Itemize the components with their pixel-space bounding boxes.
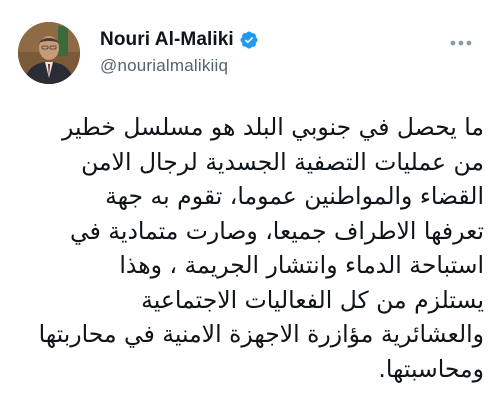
tweet-header: Nouri Al-Maliki @nourialmalikiiq — [18, 22, 482, 84]
avatar[interactable] — [18, 22, 80, 84]
tweet-text-line: من عمليات التصفية الجسدية لرجال الامن — [81, 147, 484, 176]
author-handle[interactable]: @nourialmalikiiq — [100, 56, 259, 76]
tweet-text-line: والعشائرية مؤازرة الاجهزة الامنية في محا… — [38, 320, 484, 348]
tweet-text-line: تعرفها الاطراف جميعا، وصارت متمادية في — [70, 216, 484, 245]
author-display-name[interactable]: Nouri Al-Maliki — [100, 29, 234, 51]
tweet-text-line: القضاء والمواطنين عموما، تقوم به جهة — [105, 182, 484, 210]
tweet-text-line: ما يحصل في جنوبي البلد هو مسلسل خطير — [61, 113, 484, 141]
author-info: Nouri Al-Maliki @nourialmalikiiq — [100, 27, 259, 76]
tweet-text: ما يحصل في جنوبي البلد هو مسلسل خطير من … — [18, 110, 484, 386]
tweet-text-line: يستلزم من كل الفعاليات الاجتماعية — [141, 285, 484, 314]
name-row: Nouri Al-Maliki — [100, 27, 259, 53]
verified-badge-icon — [239, 30, 259, 50]
tweet-text-line: ومحاسبتها. — [378, 354, 484, 383]
tweet-text-line: استباحة الدماء وانتشار الجريمة ، وهذا — [119, 251, 484, 279]
avatar-image — [18, 22, 80, 84]
more-options-icon[interactable] — [450, 34, 472, 46]
